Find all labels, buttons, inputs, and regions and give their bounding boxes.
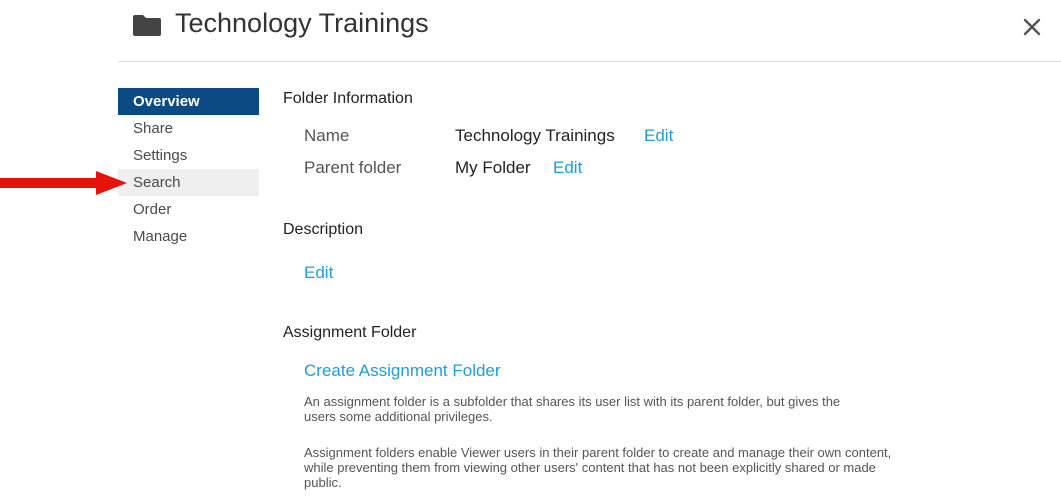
sidebar-item-order[interactable]: Order: [118, 196, 259, 223]
parent-edit-link[interactable]: Edit: [553, 158, 582, 178]
sidebar-item-search[interactable]: Search: [118, 169, 259, 196]
folder-dialog: Technology Trainings Overview Share Sett…: [0, 0, 1061, 502]
header-divider: [118, 61, 1061, 62]
name-value: Technology Trainings: [455, 126, 615, 145]
sidebar-item-manage[interactable]: Manage: [118, 223, 259, 250]
name-label: Name: [304, 126, 350, 145]
assignment-description-2: Assignment folders enable Viewer users i…: [304, 445, 892, 490]
page-title: Technology Trainings: [175, 8, 429, 38]
assignment-heading: Assignment Folder: [283, 324, 417, 341]
folder-icon: [133, 15, 161, 36]
parent-folder-value: My Folder: [455, 158, 531, 177]
arrow-right-icon: [0, 171, 127, 195]
name-edit-link[interactable]: Edit: [644, 126, 673, 146]
close-icon[interactable]: [1019, 13, 1045, 39]
sidebar-item-settings[interactable]: Settings: [118, 142, 259, 169]
assignment-description-1: An assignment folder is a subfolder that…: [304, 394, 841, 424]
description-heading: Description: [283, 221, 364, 238]
description-edit-link[interactable]: Edit: [304, 263, 333, 283]
create-assignment-folder-link[interactable]: Create Assignment Folder: [304, 361, 501, 381]
sidebar-item-overview[interactable]: Overview: [118, 88, 259, 115]
parent-folder-label: Parent folder: [304, 158, 402, 177]
sidebar-item-share[interactable]: Share: [118, 115, 259, 142]
sidebar-nav: Overview Share Settings Search Order Man…: [118, 88, 259, 250]
folder-info-heading: Folder Information: [283, 90, 413, 107]
dialog-header: Technology Trainings: [133, 5, 429, 41]
